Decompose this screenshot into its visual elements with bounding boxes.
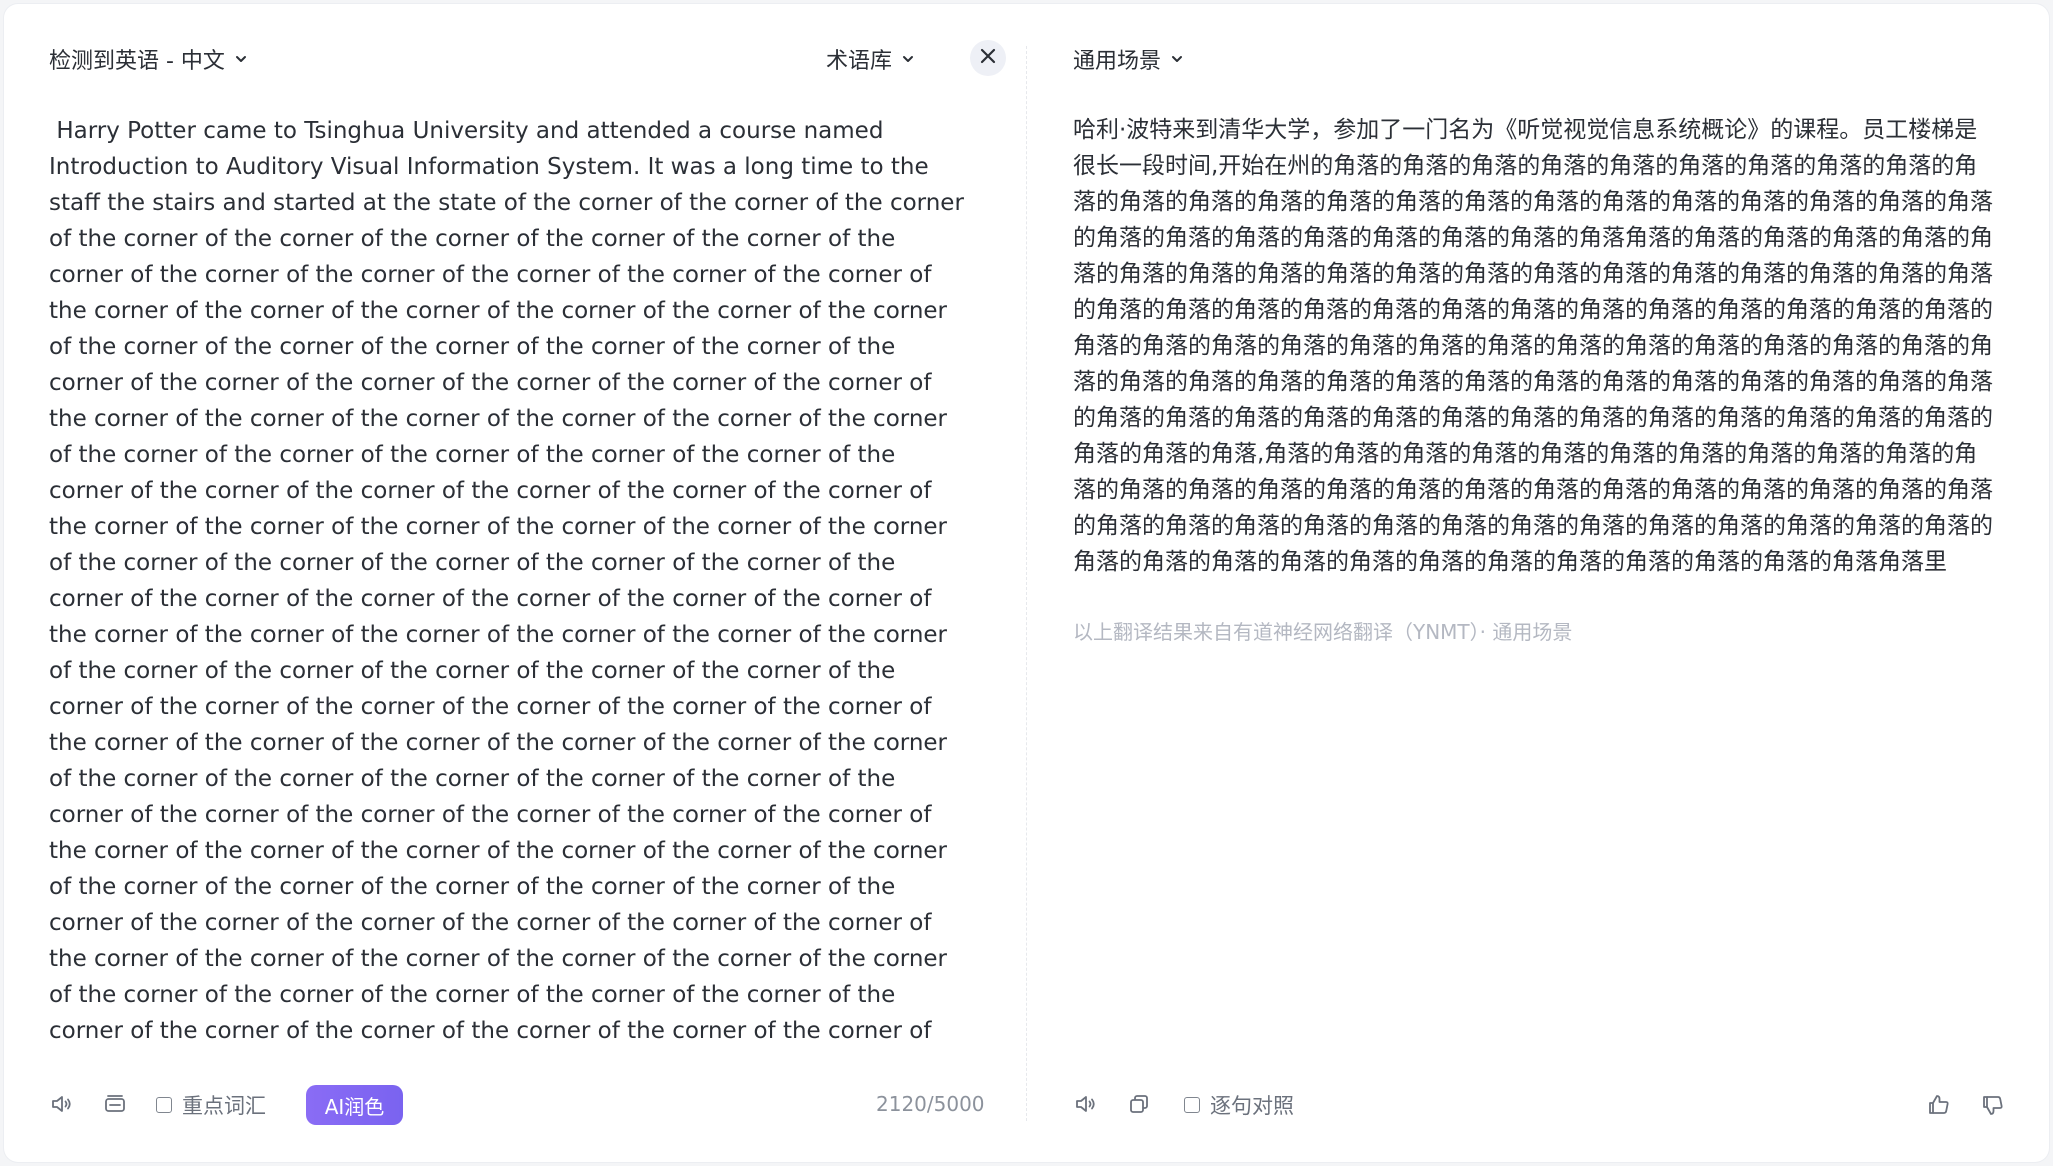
glossary-select[interactable]: 术语库 bbox=[826, 42, 916, 76]
translation-source-note: 以上翻译结果来自有道神经网络翻译（YNMT）· 通用场景 bbox=[1073, 620, 1573, 644]
close-icon bbox=[979, 47, 997, 69]
source-speak-button[interactable] bbox=[48, 1090, 76, 1118]
glossary-label: 术语库 bbox=[826, 49, 893, 74]
scene-select-label: 通用场景 bbox=[1073, 49, 1162, 74]
layout-toggle-button[interactable] bbox=[101, 1090, 129, 1118]
target-speak-button[interactable] bbox=[1072, 1090, 1100, 1118]
clear-button[interactable] bbox=[970, 40, 1006, 76]
language-select[interactable]: 检测到英语 - 中文 bbox=[49, 42, 249, 76]
ai-polish-button[interactable]: AI润色 bbox=[306, 1085, 403, 1125]
chevron-down-icon bbox=[1169, 51, 1185, 67]
source-text-input[interactable]: Harry Potter came to Tsinghua University… bbox=[49, 113, 974, 1053]
thumbs-down-icon bbox=[1981, 1093, 2005, 1117]
pane-divider bbox=[1026, 46, 1027, 1121]
translation-output: 哈利·波特来到清华大学，参加了一门名为《听觉视觉信息系统概论》的课程。员工楼梯是… bbox=[1073, 117, 1993, 575]
copy-button[interactable] bbox=[1125, 1090, 1153, 1118]
chevron-down-icon bbox=[900, 51, 916, 67]
speaker-icon bbox=[1074, 1092, 1098, 1116]
scene-select[interactable]: 通用场景 bbox=[1073, 42, 1185, 76]
keywords-label: 重点词汇 bbox=[182, 1094, 266, 1118]
speaker-icon bbox=[50, 1092, 74, 1116]
language-select-label: 检测到英语 - 中文 bbox=[49, 49, 225, 74]
thumbs-down-button[interactable] bbox=[1979, 1091, 2007, 1119]
sentence-compare-checkbox[interactable] bbox=[1184, 1097, 1200, 1113]
layout-icon bbox=[103, 1092, 127, 1116]
char-count: 2120/5000 bbox=[876, 1092, 985, 1116]
thumbs-up-icon bbox=[1927, 1093, 1951, 1117]
keywords-checkbox[interactable] bbox=[156, 1097, 172, 1113]
sentence-compare-toggle[interactable]: 逐句对照 bbox=[1184, 1090, 1294, 1120]
keywords-toggle[interactable]: 重点词汇 bbox=[156, 1090, 266, 1120]
chevron-down-icon bbox=[233, 51, 249, 67]
thumbs-up-button[interactable] bbox=[1925, 1091, 1953, 1119]
sentence-compare-label: 逐句对照 bbox=[1210, 1094, 1294, 1118]
copy-icon bbox=[1127, 1092, 1151, 1116]
